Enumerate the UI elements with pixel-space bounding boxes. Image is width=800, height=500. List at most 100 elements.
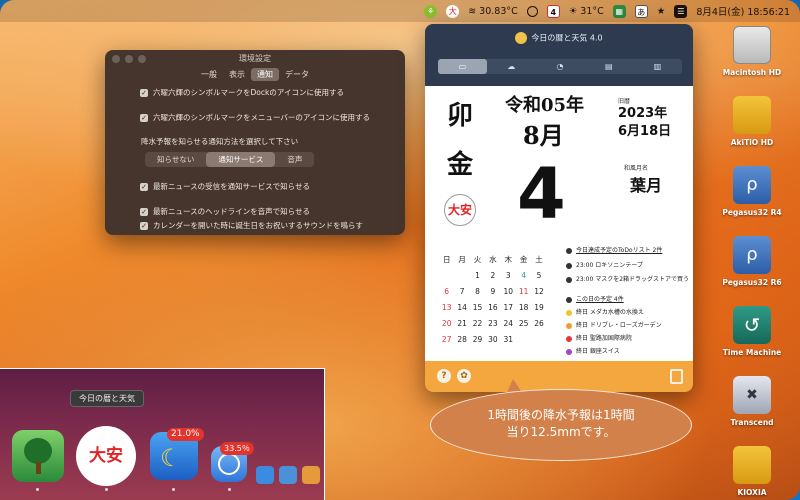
checkbox-checked-icon[interactable]: ✓ bbox=[140, 221, 148, 230]
todo-item[interactable]: 23:00 ロキソニンテープ bbox=[566, 262, 691, 270]
calendar-widget: 今日の暦と天気 4.0 ▭ ☁ ◔ ▤ ▥ 卯 金 大安 令和05年 8月 4 … bbox=[425, 24, 693, 392]
news-tab-icon[interactable]: ▤ bbox=[584, 59, 633, 74]
close-button[interactable] bbox=[112, 55, 120, 63]
menubar-weather[interactable]: ☀ 31°C bbox=[569, 6, 604, 17]
calendar-circle-icon bbox=[566, 297, 572, 303]
pegasus-disk-icon: ρ bbox=[733, 236, 771, 274]
rokuyo-badge: 大安 bbox=[444, 194, 476, 226]
week-row: 12345 bbox=[439, 268, 547, 284]
minimize-button[interactable] bbox=[125, 55, 133, 63]
hard-disk-icon bbox=[733, 26, 771, 64]
tab-data[interactable]: データ bbox=[279, 68, 315, 81]
exit-door-icon[interactable] bbox=[670, 369, 683, 384]
menubar-control-center-icon[interactable]: ☰ bbox=[674, 4, 688, 18]
event-dot-icon bbox=[566, 310, 572, 316]
running-indicator bbox=[36, 488, 39, 491]
element-kanji: 金 bbox=[447, 150, 474, 180]
week-row: 27 28 29 30 31 bbox=[441, 335, 514, 344]
help-button[interactable]: ? bbox=[437, 369, 451, 383]
dock-tree-app-icon[interactable] bbox=[12, 430, 64, 482]
wamei: 葉月 bbox=[630, 176, 663, 195]
zodiac-kanji: 卯 bbox=[447, 101, 474, 131]
menubar-input-icon[interactable]: あ bbox=[634, 4, 648, 18]
rain-choice-voice[interactable]: 音声 bbox=[275, 152, 314, 167]
zoom-button[interactable] bbox=[138, 55, 146, 63]
desktop-disk-pegasus-r6[interactable]: ρ Pegasus32 R6 bbox=[712, 236, 792, 287]
option-menubar-icon[interactable]: ✓ 六曜六輝のシンボルマークをメニューバーのアイコンに使用する bbox=[140, 112, 370, 123]
menubar-rokuyo-icon[interactable]: 大 bbox=[446, 4, 460, 18]
settings-title: 環境設定 bbox=[239, 54, 271, 63]
dock-app-small-icon[interactable] bbox=[302, 466, 320, 484]
widget-footer: ? ✿ bbox=[425, 361, 693, 392]
desktop-disk-kioxia[interactable]: KIOXIA bbox=[712, 446, 792, 497]
time-machine-icon: ↺ bbox=[733, 306, 771, 344]
desktop-disk-macintosh-hd[interactable]: Macintosh HD bbox=[712, 26, 792, 77]
rain-label: 降水予報を知らせる通知方法を選択して下さい bbox=[141, 137, 299, 146]
event-item[interactable]: 終日 ドリブレ・ローズガーデン bbox=[566, 322, 691, 330]
checkbox-checked-icon[interactable]: ✓ bbox=[140, 88, 148, 97]
airdrop-icon bbox=[218, 453, 240, 475]
running-indicator bbox=[105, 488, 108, 491]
event-item[interactable]: 終日 メダカ水槽の水換え bbox=[566, 309, 691, 317]
menubar-star-icon[interactable]: ★ bbox=[657, 6, 666, 17]
widget-tabs: ▭ ☁ ◔ ▤ ▥ bbox=[438, 59, 682, 74]
tab-notification[interactable]: 通知 bbox=[251, 68, 279, 81]
clock-tab-icon[interactable]: ◔ bbox=[536, 59, 585, 74]
desktop-disk-akitio[interactable]: AkiTiO HD bbox=[712, 96, 792, 147]
rain-choice-none[interactable]: 知らせない bbox=[145, 152, 206, 167]
weather-badge: 21.0% bbox=[167, 428, 204, 441]
settings-gear-icon[interactable]: ✿ bbox=[457, 369, 471, 383]
target-icon bbox=[526, 5, 538, 17]
dock-folder-icon[interactable] bbox=[279, 466, 297, 484]
menubar-calendar[interactable]: 4 bbox=[546, 4, 560, 18]
week-row: 6 7 8 9 10 11 12 bbox=[444, 287, 544, 296]
event-item[interactable]: 終日 銀座スイス bbox=[566, 348, 691, 356]
external-disk-icon bbox=[733, 96, 771, 134]
tab-general[interactable]: 一般 bbox=[195, 68, 223, 81]
todo-header[interactable]: 今日達成予定のToDoリスト 2件 bbox=[566, 247, 691, 255]
old-date: 6月18日 bbox=[618, 124, 672, 139]
bullet-icon bbox=[566, 277, 572, 283]
pegasus-disk-icon: ρ bbox=[733, 166, 771, 204]
option-birthday-sound[interactable]: ✓ カレンダーを開いた時に誕生日をお祝いするサウンドを鳴らす bbox=[140, 220, 363, 231]
checkbox-checked-icon[interactable]: ✓ bbox=[140, 113, 148, 122]
todo-item[interactable]: 23:00 マスクを2箱ドラッグストアで買う bbox=[566, 276, 691, 284]
dock-koyomi-app-icon[interactable]: 大安 bbox=[76, 426, 136, 486]
menubar-trash-icon[interactable]: ▦ bbox=[612, 4, 626, 18]
sun-icon: ☀ bbox=[568, 5, 578, 17]
event-header[interactable]: この日の予定 4件 bbox=[566, 296, 691, 304]
notes-tab-icon[interactable]: ▥ bbox=[633, 59, 682, 74]
week-row: 20 21 22 23 24 25 26 bbox=[441, 319, 544, 328]
option-news-notify[interactable]: ✓ 最新ニュースの受信を通知サービスで知らせる bbox=[140, 181, 310, 192]
wamei-label: 和風月名 bbox=[624, 165, 649, 172]
dock-tooltip: 今日の暦と天気 bbox=[70, 390, 144, 407]
settings-window: 環境設定 一般 表示 通知 データ ✓ 六曜六輝のシンボルマークをDockのアイコ… bbox=[105, 50, 405, 235]
menubar-target-icon[interactable] bbox=[526, 5, 538, 17]
calendar-tab-icon[interactable]: ▭ bbox=[438, 59, 487, 74]
weather-tab-icon[interactable]: ☁ bbox=[487, 59, 536, 74]
menubar-clock[interactable]: 8月4日(金) 18:56:21 bbox=[696, 4, 790, 18]
check-circle-icon bbox=[566, 248, 572, 254]
rain-choice-notify[interactable]: 通知サービス bbox=[206, 152, 276, 167]
desktop-disk-pegasus-r4[interactable]: ρ Pegasus32 R4 bbox=[712, 166, 792, 217]
checkbox-checked-icon[interactable]: ✓ bbox=[140, 182, 148, 191]
option-news-voice[interactable]: ✓ 最新ニュースのヘッドラインを音声で知らせる bbox=[140, 206, 310, 217]
menubar-app-icon[interactable]: ⚘ bbox=[424, 4, 438, 18]
checkbox-checked-icon[interactable]: ✓ bbox=[140, 207, 148, 216]
old-year: 2023年 bbox=[618, 106, 668, 121]
option-dock-icon[interactable]: ✓ 六曜六輝のシンボルマークをDockのアイコンに使用する bbox=[140, 87, 344, 98]
desktop-disk-time-machine[interactable]: ↺ Time Machine bbox=[712, 306, 792, 357]
week-row: 13 14 15 16 17 18 19 bbox=[441, 303, 544, 312]
settings-tabs: 一般 表示 通知 データ bbox=[105, 68, 405, 81]
dock-folder-icon[interactable] bbox=[256, 466, 274, 484]
desktop-disk-transcend[interactable]: ✖ Transcend bbox=[712, 376, 792, 427]
tree-trunk bbox=[36, 462, 41, 474]
menubar-wind-temp[interactable]: ≋ 30.83°C bbox=[468, 6, 518, 17]
airdrop-badge: 33.5％ bbox=[220, 442, 254, 455]
menubar: ⚘ 大 ≋ 30.83°C 4 ☀ 31°C ▦ あ ★ ☰ 8月4日(金) 18:… bbox=[0, 0, 800, 22]
rain-method-segmented: 知らせない 通知サービス 音声 bbox=[145, 152, 315, 167]
moon-icon: ☾ bbox=[160, 444, 182, 472]
tab-display[interactable]: 表示 bbox=[223, 68, 251, 81]
event-item[interactable]: 終日 聖路加国際病院 bbox=[566, 335, 691, 343]
today-cell[interactable]: 4 bbox=[516, 268, 531, 284]
